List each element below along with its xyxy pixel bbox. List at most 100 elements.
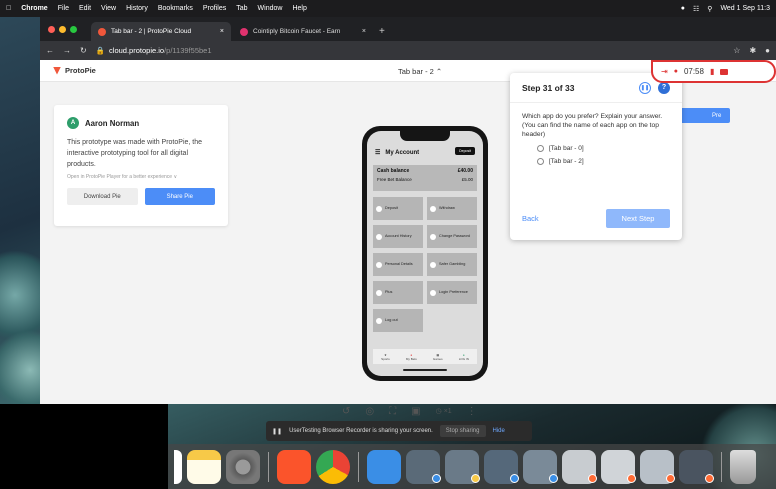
tab-sports[interactable]: ★ Sports xyxy=(381,353,390,361)
zoom-control[interactable]: ◷ ×1 xyxy=(436,407,452,416)
cointiply-favicon-icon xyxy=(240,27,248,36)
mic-status-icon[interactable]: ● xyxy=(681,5,685,12)
download-pie-button[interactable]: Download Pie xyxy=(67,188,138,205)
maximize-window-button[interactable] xyxy=(70,25,77,33)
menu-view[interactable]: View xyxy=(101,5,116,12)
bookmark-star-icon[interactable]: ☆ xyxy=(733,46,740,55)
forward-arrow-icon[interactable]: → xyxy=(63,46,71,55)
wifi-icon[interactable]: ☷ xyxy=(693,5,699,13)
phone-notch xyxy=(400,131,450,141)
tab-my-bets[interactable]: ● My Bets xyxy=(406,353,417,361)
free-bet-value: £5.00 xyxy=(461,177,473,182)
hide-button[interactable]: Hide xyxy=(493,428,505,434)
system-preferences-icon[interactable] xyxy=(226,449,260,484)
menu-file[interactable]: File xyxy=(58,5,69,12)
collapse-arrow-icon[interactable]: ⇥ xyxy=(661,67,668,76)
menu-chrome[interactable]: Chrome xyxy=(21,5,47,12)
dock-app-partial-icon[interactable] xyxy=(174,449,182,484)
menu-plus[interactable]: Plus xyxy=(373,281,423,304)
close-tab-icon[interactable]: × xyxy=(220,28,224,35)
radio-button[interactable] xyxy=(537,158,544,165)
more-icon[interactable]: ⋮ xyxy=(467,406,477,417)
tab-login[interactable]: ● LOG IN xyxy=(459,353,469,361)
minimized-window-icon[interactable] xyxy=(406,449,441,484)
camera-icon[interactable] xyxy=(720,68,729,75)
brave-browser-icon[interactable] xyxy=(277,449,311,484)
browser-tab-protopie[interactable]: Tab bar - 2 | ProtoPie Cloud × xyxy=(91,22,231,41)
menu-change-password[interactable]: Change Password xyxy=(427,225,477,248)
device-frame-icon[interactable]: ▣ xyxy=(411,406,420,417)
apple-icon[interactable]:  xyxy=(6,5,11,12)
menu-login-preference[interactable]: Login Preference xyxy=(427,281,477,304)
menu-window[interactable]: Window xyxy=(258,5,283,12)
pause-share-icon: ❚❚ xyxy=(272,428,283,435)
menu-history[interactable]: History xyxy=(126,5,148,12)
microphone-icon[interactable]: ▮ xyxy=(710,67,714,76)
scene-selector[interactable]: Tab bar - 2 ⌃ xyxy=(398,67,442,76)
search-icon[interactable]: ⚲ xyxy=(707,5,712,13)
login-icon xyxy=(430,289,436,296)
menu-withdraw[interactable]: Withdraw xyxy=(427,197,477,220)
menu-edit[interactable]: Edit xyxy=(79,5,91,12)
notes-app-icon[interactable] xyxy=(187,449,221,484)
tab-label: Sports xyxy=(381,356,390,361)
deposit-pill-button[interactable]: Deposit xyxy=(455,147,475,155)
option-label: [Tab bar - 0] xyxy=(549,145,584,152)
pause-icon[interactable]: ❚❚ xyxy=(639,81,651,94)
minimized-window-icon[interactable] xyxy=(679,449,714,484)
help-icon[interactable]: ? xyxy=(658,81,670,94)
protopie-logo[interactable]: ProtoPie xyxy=(53,66,96,75)
minimized-window-icon[interactable] xyxy=(562,449,597,484)
close-tab-icon[interactable]: × xyxy=(362,28,366,35)
menu-personal-details[interactable]: Personal Details xyxy=(373,253,423,276)
minimized-window-icon[interactable] xyxy=(523,449,558,484)
radio-button[interactable] xyxy=(537,145,544,152)
share-pie-button[interactable]: Share Pie xyxy=(144,188,215,205)
question-text: Which app do you prefer? Explain your an… xyxy=(522,113,663,120)
stop-sharing-button[interactable]: Stop sharing xyxy=(439,425,486,437)
back-button[interactable]: Back xyxy=(522,214,539,223)
author-name: Aaron Norman xyxy=(85,118,140,128)
trash-icon[interactable] xyxy=(730,449,756,484)
close-window-button[interactable] xyxy=(48,25,55,33)
shield-icon xyxy=(430,261,436,268)
menu-account-history[interactable]: Account History xyxy=(373,225,423,248)
account-title: My Account xyxy=(385,149,420,156)
menu-log-out[interactable]: Log out xyxy=(373,309,423,332)
option-tab-bar-2[interactable]: [Tab bar - 2] xyxy=(537,158,682,165)
fullscreen-icon[interactable]: ⛶ xyxy=(389,406,396,417)
minimized-window-icon[interactable] xyxy=(484,449,519,484)
minimize-window-button[interactable] xyxy=(59,25,66,33)
person-icon xyxy=(376,261,382,268)
profile-icon[interactable]: ● xyxy=(765,46,770,55)
hamburger-menu-icon[interactable]: ☰ xyxy=(375,149,380,156)
touch-indicator-icon[interactable]: ◎ xyxy=(365,406,374,417)
back-arrow-icon[interactable]: ← xyxy=(46,46,54,55)
restart-icon[interactable]: ↺ xyxy=(342,406,350,417)
reload-icon[interactable]: ↻ xyxy=(80,46,87,55)
phone-screen[interactable]: ☰ My Account Deposit Cash balance £40.00 … xyxy=(367,131,483,376)
minimized-window-icon[interactable] xyxy=(445,449,480,484)
cash-balance-value: £40.00 xyxy=(457,168,473,174)
zoom-value: ×1 xyxy=(443,407,452,415)
option-tab-bar-0[interactable]: [Tab bar - 0] xyxy=(537,145,682,152)
menu-deposit[interactable]: Deposit xyxy=(373,197,423,220)
share-message: UserTesting Browser Recorder is sharing … xyxy=(289,428,433,434)
menu-safer-gambling[interactable]: Safer Gambling xyxy=(427,253,477,276)
open-in-player-link[interactable]: Open in ProtoPie Player for a better exp… xyxy=(67,174,215,180)
new-tab-button[interactable]: + xyxy=(379,22,385,41)
url-field[interactable]: cloud.protopie.io/p/1139f55be1 xyxy=(109,46,211,55)
menu-profiles[interactable]: Profiles xyxy=(203,5,226,12)
clock[interactable]: Wed 1 Sep 11:3 xyxy=(720,5,770,12)
minimized-window-icon[interactable] xyxy=(601,449,636,484)
folder-icon[interactable] xyxy=(367,449,401,484)
menu-help[interactable]: Help xyxy=(292,5,306,12)
minimized-window-icon[interactable] xyxy=(640,449,675,484)
next-step-button[interactable]: Next Step xyxy=(606,209,670,228)
chrome-app-icon[interactable] xyxy=(316,449,350,484)
menu-bookmarks[interactable]: Bookmarks xyxy=(158,5,193,12)
browser-tab-cointiply[interactable]: Cointiply Bitcoin Faucet - Earn × xyxy=(233,22,373,41)
extensions-icon[interactable]: ✱ xyxy=(749,46,756,55)
tab-games[interactable]: ▦ Games xyxy=(433,353,443,361)
menu-tab[interactable]: Tab xyxy=(236,5,247,12)
